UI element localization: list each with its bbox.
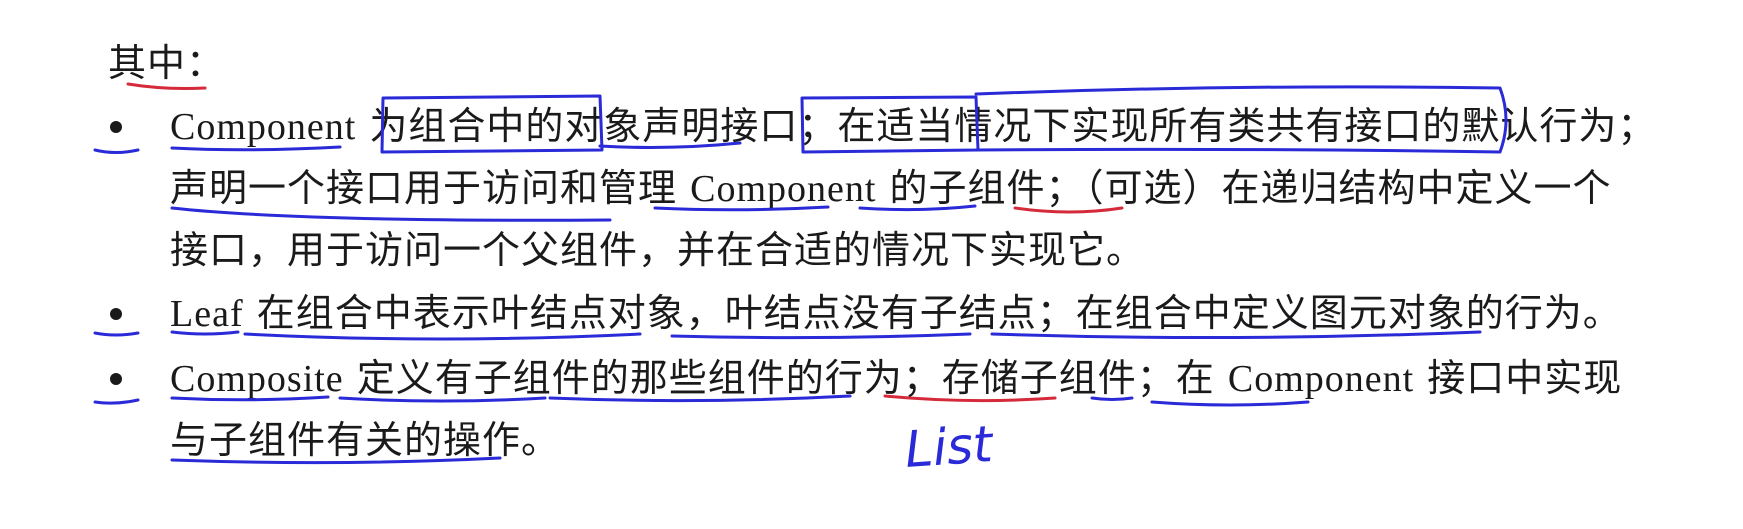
item-2-line-1: Leaf 在组合中表示叶结点对象，叶结点没有子结点；在组合中定义图元对象的行为。 — [170, 291, 1622, 335]
term-composite: Composite — [170, 358, 344, 400]
ink-bullet-mark-1 — [93, 148, 140, 154]
bullet-3 — [110, 373, 122, 385]
term-component: Component — [170, 106, 357, 148]
intro-label: 其中： — [108, 41, 226, 85]
item-1-line-3: 接口，用于访问一个父组件，并在合适的情况下实现它。 — [170, 228, 1146, 272]
ink-bullet-mark-3 — [93, 398, 140, 405]
item-3-line-1: Composite 定义有子组件的那些组件的行为；存储子组件；在 Compone… — [170, 356, 1623, 400]
bullet-2 — [110, 308, 122, 320]
ink-bullet-mark-2 — [93, 331, 140, 337]
term-component-2: Component — [690, 168, 877, 210]
term-component-3: Component — [1227, 358, 1415, 400]
term-leaf: Leaf — [170, 293, 244, 335]
bullet-1 — [110, 121, 122, 133]
item-3-line-2: 与子组件有关的操作。 — [170, 418, 561, 462]
handwritten-list-note: List — [903, 415, 995, 479]
item-1-line-2: 声明一个接口用于访问和管理 Component 的子组件；（可选）在递归结构中定… — [170, 166, 1612, 210]
ink-underline-component-3 — [1150, 400, 1310, 407]
item-1-line-1: Component 为组合中的对象声明接口；在适当情况下实现所有类共有接口的默认… — [170, 104, 1657, 148]
